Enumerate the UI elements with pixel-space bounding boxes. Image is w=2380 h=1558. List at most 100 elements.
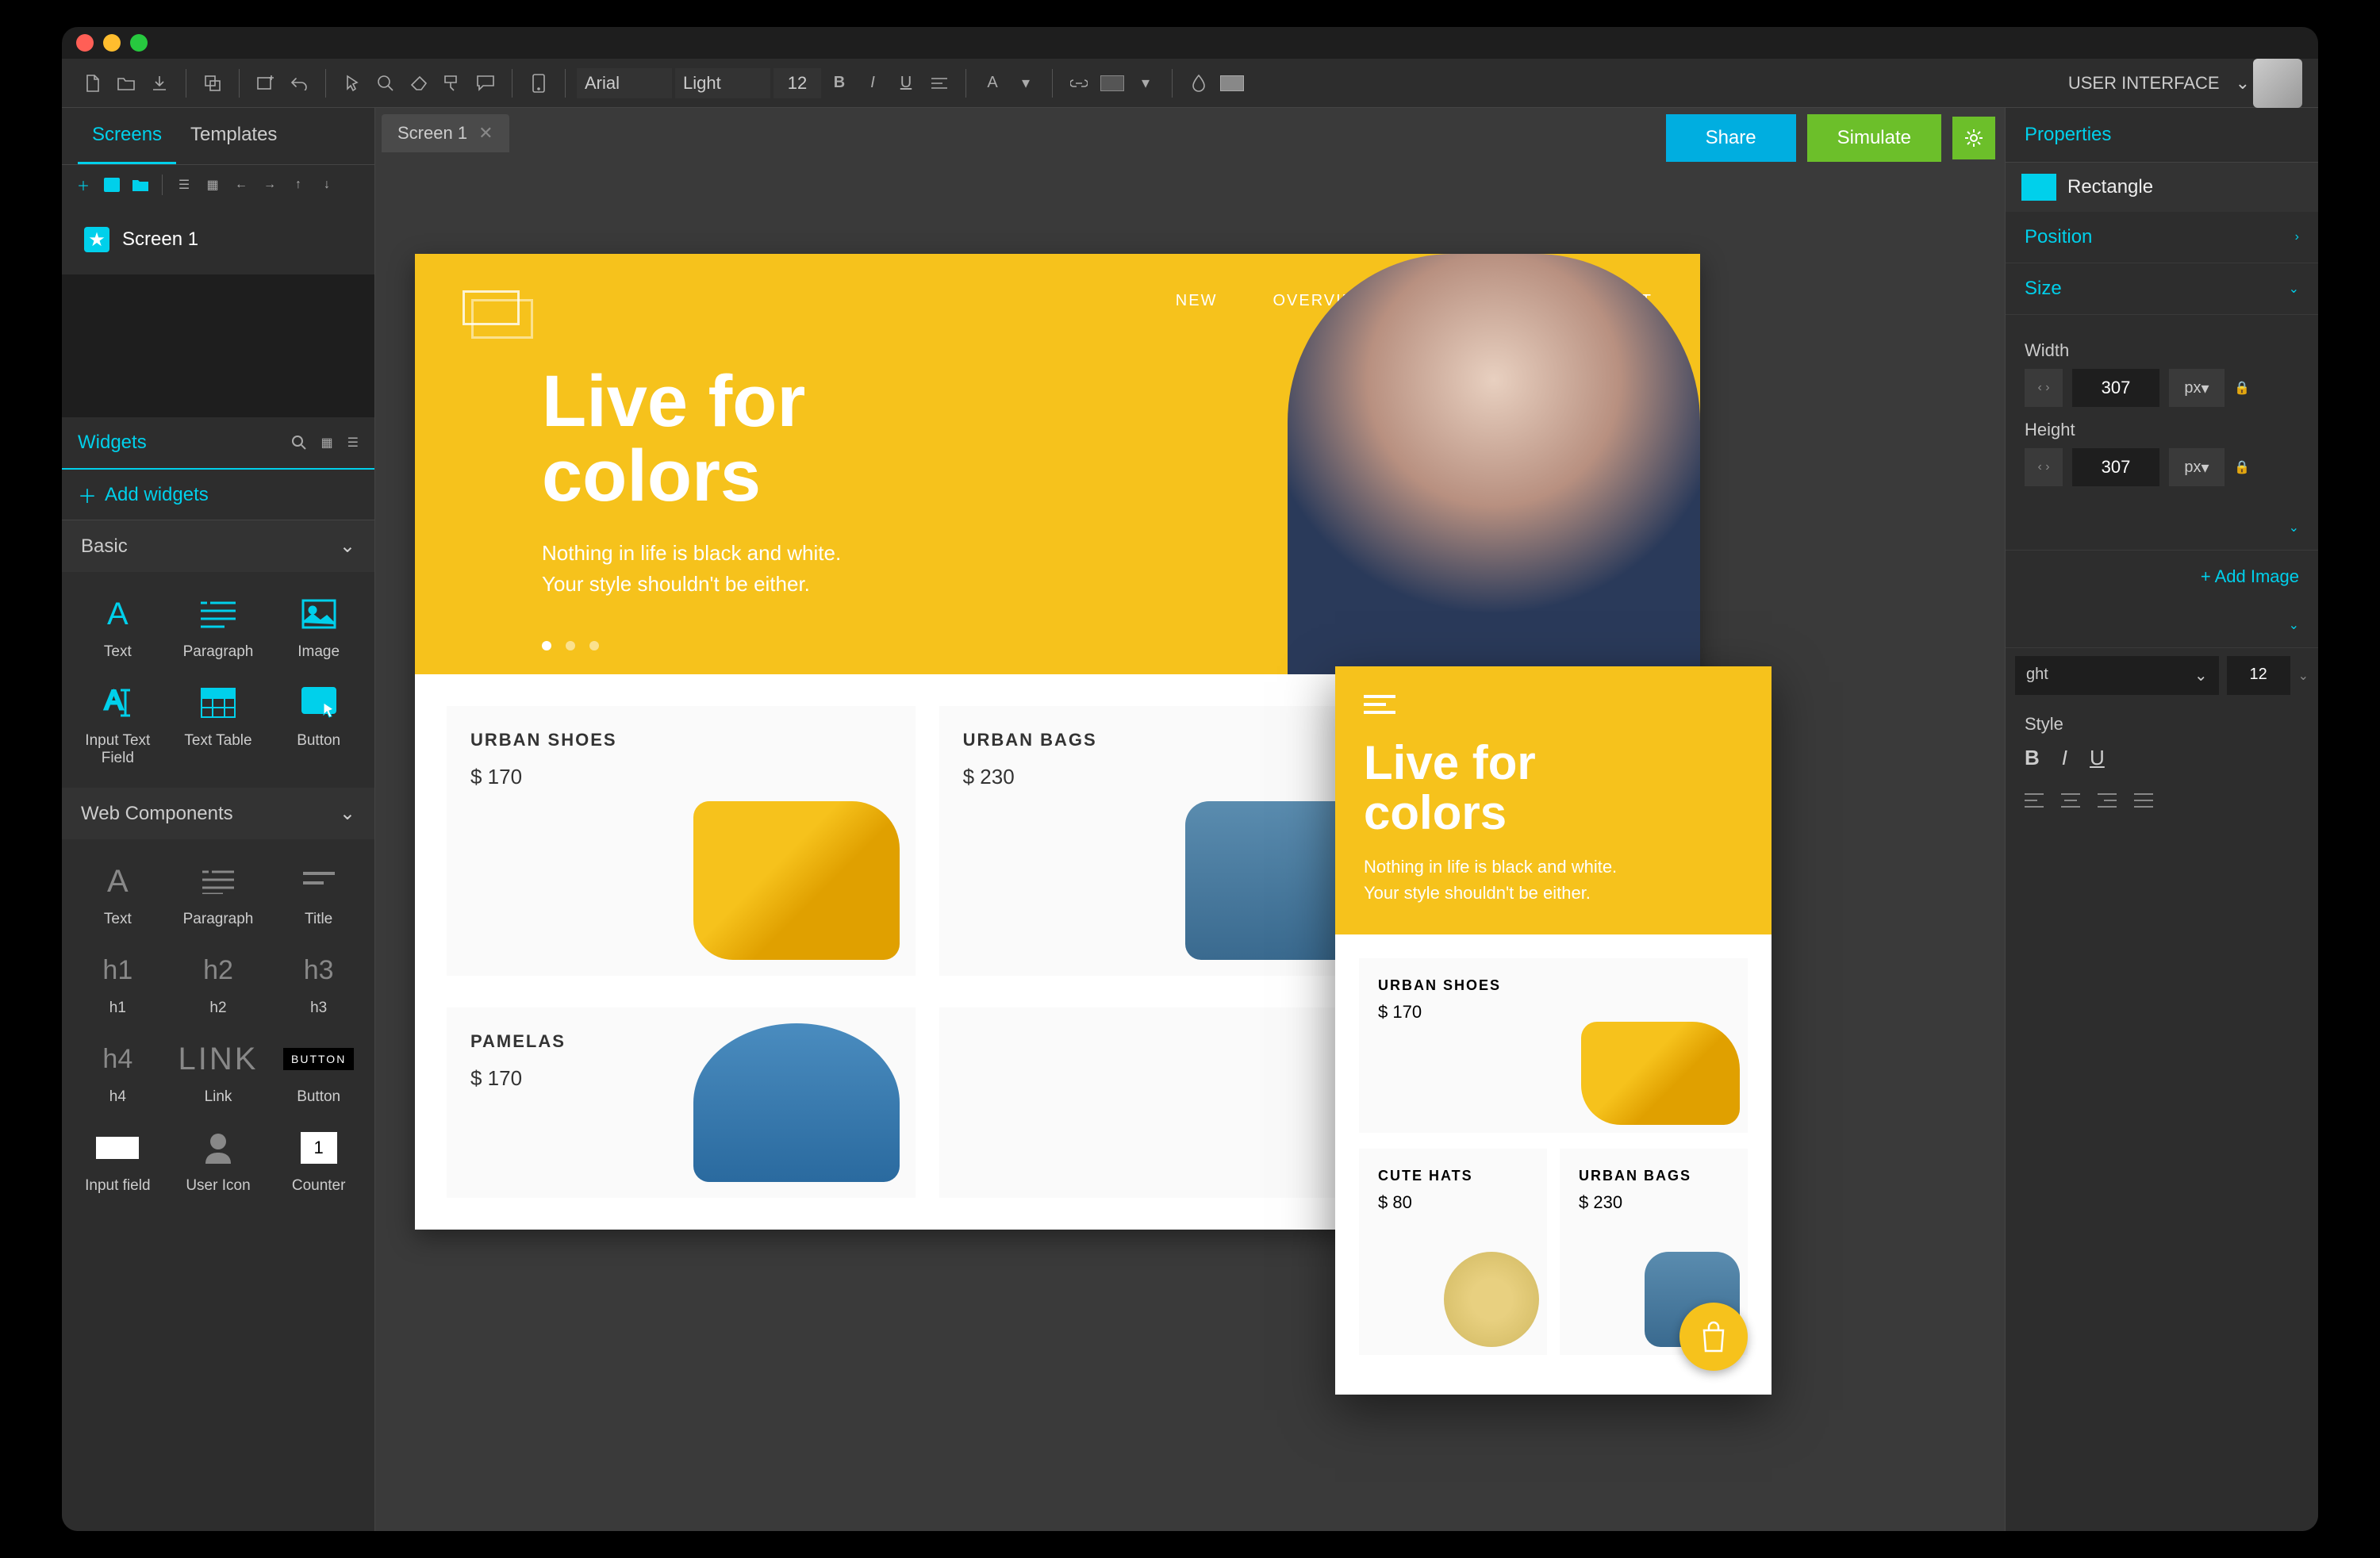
widget-button[interactable]: BUTTONButton — [271, 1030, 367, 1114]
italic-icon[interactable]: I — [858, 68, 888, 98]
paint-icon[interactable] — [437, 68, 467, 98]
minimize-window-icon[interactable] — [103, 34, 121, 52]
width-input[interactable] — [2072, 369, 2159, 407]
font-weight-select[interactable]: Light — [675, 68, 770, 98]
widget-h4[interactable]: h4h4 — [70, 1030, 166, 1114]
underline-icon[interactable]: U — [891, 68, 921, 98]
lock-icon[interactable]: 🔒 — [2234, 459, 2250, 475]
fill-swatch-icon[interactable] — [1217, 68, 1247, 98]
font-size-input[interactable]: 12 — [774, 68, 821, 98]
nav-item[interactable]: NEW — [1176, 292, 1218, 310]
widget-user-icon[interactable]: User Icon — [171, 1119, 267, 1203]
align-center-icon[interactable] — [2061, 792, 2080, 808]
close-window-icon[interactable] — [76, 34, 94, 52]
font-family-select[interactable]: Arial — [577, 68, 672, 98]
width-unit-select[interactable]: px ▾ — [2169, 369, 2225, 407]
widget-input-field[interactable]: Input field — [70, 1119, 166, 1203]
dropdown-icon[interactable]: ▾ — [1011, 68, 1041, 98]
fill-swatch-icon[interactable] — [1097, 68, 1127, 98]
height-input[interactable] — [2072, 448, 2159, 486]
widget-paragraph[interactable]: Paragraph — [171, 585, 267, 669]
align-left-icon[interactable] — [2025, 792, 2044, 808]
arrow-up-icon[interactable]: ↑ — [286, 173, 310, 197]
document-tab[interactable]: Screen 1 ✕ — [382, 114, 509, 152]
widget-text[interactable]: AText — [70, 585, 166, 669]
grid-icon[interactable]: ▦ — [201, 173, 225, 197]
width-stepper[interactable]: ‹ › — [2025, 369, 2063, 407]
add-screen-icon[interactable] — [251, 68, 281, 98]
arrow-left-icon[interactable]: ← — [229, 173, 253, 197]
simulate-settings-button[interactable] — [1952, 117, 1995, 159]
carousel-dots[interactable] — [542, 641, 599, 650]
link-icon[interactable] — [1064, 68, 1094, 98]
canvas[interactable]: NEW OVERVIEW GALLERY CONTACT Live forcol… — [375, 159, 2005, 1531]
artboard-desktop[interactable]: NEW OVERVIEW GALLERY CONTACT Live forcol… — [415, 254, 1700, 1230]
widget-image[interactable]: Image — [271, 585, 367, 669]
product-card[interactable]: URBAN SHOES $ 170 — [447, 706, 916, 976]
product-card[interactable]: PAMELAS $ 170 — [447, 1007, 916, 1198]
eraser-icon[interactable] — [404, 68, 434, 98]
bold-icon[interactable]: B — [824, 68, 854, 98]
comment-icon[interactable] — [470, 68, 501, 98]
collapsed-section[interactable]: ⌄ — [2006, 505, 2318, 551]
widget-button[interactable]: Button — [271, 673, 367, 775]
section-web[interactable]: Web Components ⌄ — [62, 788, 374, 839]
dropdown-icon[interactable]: ▾ — [1130, 68, 1161, 98]
add-widgets-button[interactable]: ＋ Add widgets — [62, 470, 374, 520]
download-icon[interactable] — [144, 68, 175, 98]
search-icon[interactable] — [291, 435, 307, 451]
zoom-icon[interactable] — [370, 68, 401, 98]
arrow-down-icon[interactable]: ↓ — [315, 173, 339, 197]
list-view-icon[interactable]: ☰ — [347, 435, 359, 451]
underline-button[interactable]: U — [2090, 746, 2105, 770]
add-image-button[interactable]: + Add Image — [2006, 551, 2318, 603]
user-dropdown[interactable]: USER INTERFACE ⌄ — [2068, 73, 2250, 94]
bold-button[interactable]: B — [2025, 746, 2040, 770]
artboard-mobile[interactable]: Live forcolors Nothing in life is black … — [1335, 666, 1772, 1395]
align-right-icon[interactable] — [2098, 792, 2117, 808]
align-justify-icon[interactable] — [2134, 792, 2153, 808]
widget-h2[interactable]: h2h2 — [171, 941, 267, 1025]
widget-text[interactable]: AText — [70, 852, 166, 936]
widget-paragraph[interactable]: Paragraph — [171, 852, 267, 936]
screen-item[interactable]: ★ Screen 1 — [78, 216, 359, 263]
simulate-button[interactable]: Simulate — [1807, 114, 1941, 162]
product-card[interactable]: CUTE HATS $ 80 — [1359, 1149, 1547, 1355]
italic-button[interactable]: I — [2062, 746, 2067, 770]
share-button[interactable]: Share — [1666, 114, 1796, 162]
folder-icon[interactable] — [129, 173, 152, 197]
font-size-input[interactable]: 12 — [2227, 656, 2290, 695]
tab-screens[interactable]: Screens — [78, 108, 176, 164]
avatar[interactable] — [2253, 59, 2302, 108]
collapsed-section[interactable]: ⌄ — [2006, 603, 2318, 648]
selection-row[interactable]: Rectangle — [2006, 163, 2318, 212]
grid-view-icon[interactable]: ▦ — [321, 435, 333, 451]
widget-link[interactable]: LINKLink — [171, 1030, 267, 1114]
undo-icon[interactable] — [284, 68, 314, 98]
opacity-icon[interactable] — [1184, 68, 1214, 98]
close-tab-icon[interactable]: ✕ — [478, 123, 493, 144]
pointer-icon[interactable] — [337, 68, 367, 98]
align-icon[interactable] — [924, 68, 954, 98]
widget-h3[interactable]: h3h3 — [271, 941, 367, 1025]
size-section[interactable]: Size ⌄ — [2006, 263, 2318, 315]
cart-fab[interactable] — [1679, 1303, 1748, 1371]
height-unit-select[interactable]: px ▾ — [2169, 448, 2225, 486]
widget-title[interactable]: Title — [271, 852, 367, 936]
widget-input-text[interactable]: AInput Text Field — [70, 673, 166, 775]
product-card[interactable]: URBAN SHOES $ 170 — [1359, 958, 1748, 1133]
copy-icon[interactable] — [198, 68, 228, 98]
widget-h1[interactable]: h1h1 — [70, 941, 166, 1025]
section-basic[interactable]: Basic ⌄ — [62, 520, 374, 572]
widget-counter[interactable]: 1Counter — [271, 1119, 367, 1203]
arrow-right-icon[interactable]: → — [258, 173, 282, 197]
hamburger-icon[interactable] — [1364, 695, 1395, 714]
height-stepper[interactable]: ‹ › — [2025, 448, 2063, 486]
maximize-window-icon[interactable] — [130, 34, 148, 52]
position-section[interactable]: Position › — [2006, 212, 2318, 263]
tab-templates[interactable]: Templates — [176, 108, 291, 164]
widget-table[interactable]: Text Table — [171, 673, 267, 775]
open-folder-icon[interactable] — [111, 68, 141, 98]
new-file-icon[interactable] — [78, 68, 108, 98]
text-color-icon[interactable]: A — [977, 68, 1008, 98]
